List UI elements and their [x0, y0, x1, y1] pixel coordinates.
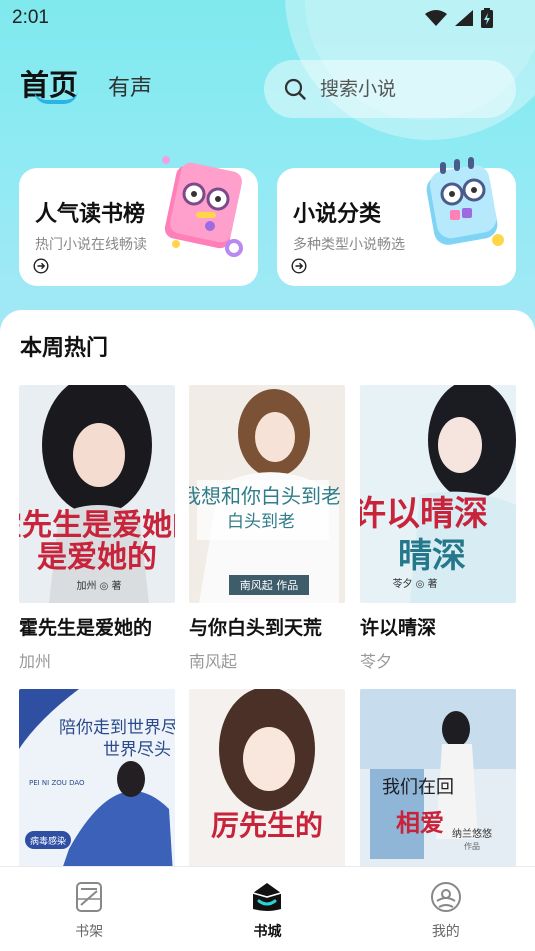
book-author: 南风起	[189, 652, 238, 671]
arrow-circle-icon	[33, 258, 49, 274]
signal-icon	[455, 10, 473, 26]
search-input[interactable]	[320, 78, 490, 100]
book-card[interactable]: 陪你走到世界尽头 世界尽头 PEI NI ZOU DAO 病毒感染	[19, 689, 175, 870]
cover-title: 我想和你白头到老	[189, 484, 341, 508]
search-icon	[284, 78, 306, 100]
notebook-mascot-icon	[426, 157, 504, 246]
nav-profile[interactable]: 我的	[357, 867, 535, 951]
status-bar: 2:01	[0, 0, 535, 36]
cover-mark: 著	[428, 577, 438, 590]
book-cover[interactable]: 我们在回 相爱 纳兰悠悠 作品	[360, 689, 516, 870]
nav-bookstore[interactable]: 书城	[178, 867, 356, 951]
book-card[interactable]: 我们在回 相爱 纳兰悠悠 作品	[360, 689, 516, 870]
status-icons	[425, 8, 493, 28]
svg-text:加州 ◎ 著: 加州 ◎ 著	[76, 579, 121, 592]
top-tabs: 首页 有声	[20, 62, 152, 104]
cover-mark: 作品	[276, 579, 298, 592]
search-bar[interactable]	[264, 60, 516, 118]
svg-text:是爱她的: 是爱她的	[37, 540, 157, 575]
nav-label: 我的	[431, 924, 460, 940]
book-cover[interactable]: 厉先生的	[189, 689, 345, 870]
card-novel-categories[interactable]: 小说分类 多种类型小说畅选	[277, 157, 516, 286]
svg-text:晴深: 晴深	[398, 536, 466, 576]
cover-badge: 病毒感染	[30, 835, 66, 847]
book-cover[interactable]: 我想和你白头到老 白头到老 南风起 作品	[189, 385, 345, 603]
bookstore-icon	[253, 883, 282, 911]
cover-title: 我们在回	[382, 777, 454, 798]
arrow-circle-icon	[291, 258, 307, 274]
book-author: 加州	[19, 652, 52, 671]
nav-label: 书城	[253, 924, 282, 940]
content-sheet: 本周热门 霍先生是爱她的 是爱她的 加州 ◎ 著 霍先生是爱她的 加州	[0, 310, 535, 870]
cover-title: 许以晴深	[360, 494, 488, 534]
svg-text:南风起 作品: 南风起 作品	[240, 579, 299, 592]
cover-mark: 作品	[464, 841, 480, 851]
svg-text:苓夕 ◎ 著: 苓夕 ◎ 著	[392, 577, 437, 590]
book-title[interactable]: 与你白头到天荒	[189, 613, 345, 640]
book-cover[interactable]: 陪你走到世界尽头 世界尽头 PEI NI ZOU DAO 病毒感染	[19, 689, 175, 870]
cover-mark: 著	[112, 579, 122, 592]
book-title[interactable]: 许以晴深	[360, 613, 516, 640]
card-popular-ranking[interactable]: 人气读书榜 热门小说在线畅读	[19, 156, 258, 286]
section-title: 本周热门	[20, 336, 109, 361]
book-cover[interactable]: 霍先生是爱她的 是爱她的 加州 ◎ 著	[19, 385, 175, 603]
cover-subtitle: 相爱	[396, 808, 444, 837]
battery-icon	[481, 8, 493, 28]
profile-icon	[430, 882, 461, 912]
book-author: 苓夕	[360, 652, 393, 671]
tab-home[interactable]: 首页	[20, 62, 78, 104]
tab-audio[interactable]: 有声	[108, 70, 152, 102]
bookshelf-icon	[76, 882, 103, 912]
cover-author: 苓夕	[392, 577, 412, 590]
nav-bookshelf[interactable]: 书架	[0, 867, 178, 951]
book-mascot-icon	[162, 156, 243, 257]
book-title[interactable]: 霍先生是爱她的	[19, 613, 175, 640]
cover-title: 霍先生是爱她的	[19, 508, 175, 543]
book-card[interactable]: 霍先生是爱她的 是爱她的 加州 ◎ 著 霍先生是爱她的 加州	[19, 385, 175, 672]
svg-text:世界尽头: 世界尽头	[103, 740, 171, 760]
book-card[interactable]: 许以晴深 晴深 苓夕 ◎ 著 许以晴深 苓夕	[360, 385, 516, 672]
wifi-icon	[425, 10, 447, 26]
status-time: 2:01	[12, 7, 49, 28]
bottom-nav: 书架 书城 我的	[0, 866, 535, 951]
cover-title: 厉先生的	[211, 809, 323, 842]
svg-text:白头到老: 白头到老	[227, 512, 295, 532]
cover-title: 陪你走到世界尽头	[59, 718, 175, 738]
book-cover[interactable]: 许以晴深 晴深 苓夕 ◎ 著	[360, 385, 516, 603]
cover-author: 南风起	[240, 579, 273, 592]
cover-author: 加州	[76, 580, 96, 592]
cover-author: 纳兰悠悠	[452, 827, 492, 840]
nav-label: 书架	[75, 924, 104, 940]
book-card[interactable]: 厉先生的	[189, 689, 345, 870]
book-card[interactable]: 我想和你白头到老 白头到老 南风起 作品 与你白头到天荒 南风起	[189, 385, 345, 672]
cover-en: PEI NI ZOU DAO	[29, 779, 85, 787]
